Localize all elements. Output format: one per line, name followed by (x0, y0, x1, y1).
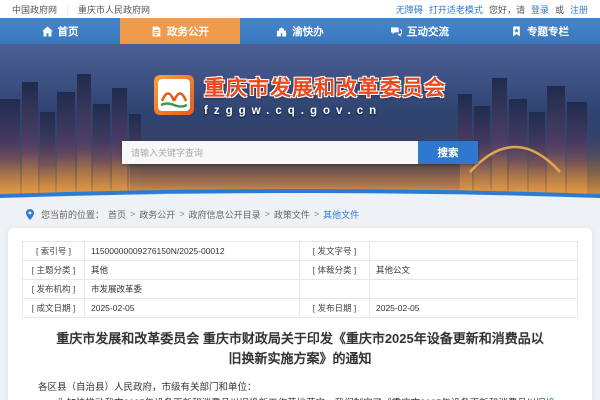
breadcrumb-policy-files[interactable]: 政策文件 (274, 208, 310, 221)
meta-value-index-no: 11500000009276150N/2025-00012 (85, 242, 300, 261)
breadcrumb-home[interactable]: 首页 (108, 208, 126, 221)
meta-value-topic-class: 其他 (85, 261, 300, 280)
building-icon (276, 26, 287, 37)
breadcrumb-separator: > (179, 209, 184, 219)
meta-label-empty (300, 280, 370, 299)
nav-interaction-label: 互动交流 (407, 24, 449, 39)
site-title: 重庆市发展和改革委员会 (204, 72, 446, 102)
table-row: [ 索引号 ] 11500000009276150N/2025-00012 [ … (23, 242, 578, 261)
nav-gov-open[interactable]: 政务公开 (120, 18, 240, 44)
meta-value-doc-no (370, 242, 578, 261)
link-china-gov[interactable]: 中国政府网 (12, 3, 57, 16)
nav-home-label: 首页 (58, 24, 79, 39)
city-night-skyline-image (0, 44, 600, 200)
table-row: [ 发布机构 ] 市发展改革委 (23, 280, 578, 299)
meta-label-genre-class: [ 体裁分类 ] (300, 261, 370, 280)
meta-label-written-date: [ 成文日期 ] (23, 299, 85, 318)
breadcrumb-info-catalog[interactable]: 政府信息公开目录 (189, 208, 261, 221)
meta-label-publish-date: [ 发布日期 ] (300, 299, 370, 318)
chat-icon (391, 26, 402, 37)
search-input[interactable] (122, 141, 418, 164)
topbar-right: 无障碍 打开适老模式 您好，请 登录 或 注册 (396, 3, 588, 16)
nav-special-label: 专题专栏 (527, 24, 569, 39)
login-link[interactable]: 登录 (531, 3, 549, 16)
accessibility-link[interactable]: 无障碍 (396, 3, 423, 16)
breadcrumb-separator: > (130, 209, 135, 219)
nav-interaction[interactable]: 互动交流 (360, 18, 480, 44)
nav-yukuaiban[interactable]: 渝快办 (240, 18, 360, 44)
site-brand: 重庆市发展和改革委员会 fzggw.cq.gov.cn (0, 72, 600, 117)
meta-label-topic-class: [ 主题分类 ] (23, 261, 85, 280)
meta-label-index-no: [ 索引号 ] (23, 242, 85, 261)
salutation-line: 各区县（自治县）人民政府，市级有关部门和单位： (38, 380, 562, 396)
meta-value-publisher: 市发展改革委 (85, 280, 300, 299)
nav-special[interactable]: 专题专栏 (480, 18, 600, 44)
search-bar: 搜索 (122, 141, 478, 164)
home-icon (42, 26, 53, 37)
breadcrumb-prefix: 您当前的位置： (41, 208, 104, 221)
site-url: fzggw.cq.gov.cn (204, 105, 446, 117)
document-icon (151, 26, 162, 37)
top-utility-bar: 中国政府网 ｜ 重庆市人民政府网 无障碍 打开适老模式 您好，请 登录 或 注册 (0, 0, 600, 18)
meta-value-genre-class: 其他公文 (370, 261, 578, 280)
meta-value-written-date: 2025-02-05 (85, 299, 300, 318)
document-title: 重庆市发展和改革委员会 重庆市财政局关于印发《重庆市2025年设备更新和消费品以… (54, 329, 546, 369)
topbar-divider: ｜ (63, 3, 72, 16)
nav-home[interactable]: 首页 (0, 18, 120, 44)
brand-text: 重庆市发展和改革委员会 fzggw.cq.gov.cn (204, 72, 446, 117)
breadcrumb-gov-open[interactable]: 政务公开 (139, 208, 175, 221)
nav-gov-open-label: 政务公开 (167, 24, 209, 39)
banner-bottom-curve (0, 187, 600, 200)
nav-yukuaiban-label: 渝快办 (292, 24, 324, 39)
content-card: [ 索引号 ] 11500000009276150N/2025-00012 [ … (8, 228, 592, 400)
meta-label-doc-no: [ 发文字号 ] (300, 242, 370, 261)
meta-value-empty (370, 280, 578, 299)
table-row: [ 成文日期 ] 2025-02-05 [ 发布日期 ] 2025-02-05 (23, 299, 578, 318)
doc-meta-table: [ 索引号 ] 11500000009276150N/2025-00012 [ … (22, 241, 578, 318)
breadcrumb-current-other-files[interactable]: 其他文件 (323, 208, 359, 221)
body-paragraph: 为加快推动我市2025年设备更新和消费品以旧换新工作落地落实，我们制定了《重庆市… (38, 396, 562, 400)
or-text: 或 (555, 3, 564, 16)
site-logo (154, 75, 194, 115)
table-row: [ 主题分类 ] 其他 [ 体裁分类 ] 其他公文 (23, 261, 578, 280)
link-cq-gov[interactable]: 重庆市人民政府网 (78, 3, 150, 16)
meta-label-publisher: [ 发布机构 ] (23, 280, 85, 299)
breadcrumb: 您当前的位置： 首页 > 政务公开 > 政府信息公开目录 > 政策文件 > 其他… (0, 200, 600, 228)
breadcrumb-separator: > (265, 209, 270, 219)
meta-value-publish-date: 2025-02-05 (370, 299, 578, 318)
main-nav: 首页 政务公开 渝快办 互动交流 专题专栏 (0, 18, 600, 44)
elder-mode-link[interactable]: 打开适老模式 (429, 3, 483, 16)
greeting-text: 您好，请 (489, 3, 525, 16)
bookmark-star-icon (511, 26, 522, 37)
breadcrumb-separator: > (314, 209, 319, 219)
location-pin-icon (26, 209, 34, 220)
page: 中国政府网 ｜ 重庆市人民政府网 无障碍 打开适老模式 您好，请 登录 或 注册… (0, 0, 600, 400)
topbar-left: 中国政府网 ｜ 重庆市人民政府网 (12, 3, 150, 16)
register-link[interactable]: 注册 (570, 3, 588, 16)
banner: 重庆市发展和改革委员会 fzggw.cq.gov.cn 搜索 (0, 44, 600, 200)
search-button[interactable]: 搜索 (418, 141, 478, 164)
document-body: 各区县（自治县）人民政府，市级有关部门和单位： 为加快推动我市2025年设备更新… (38, 380, 562, 400)
